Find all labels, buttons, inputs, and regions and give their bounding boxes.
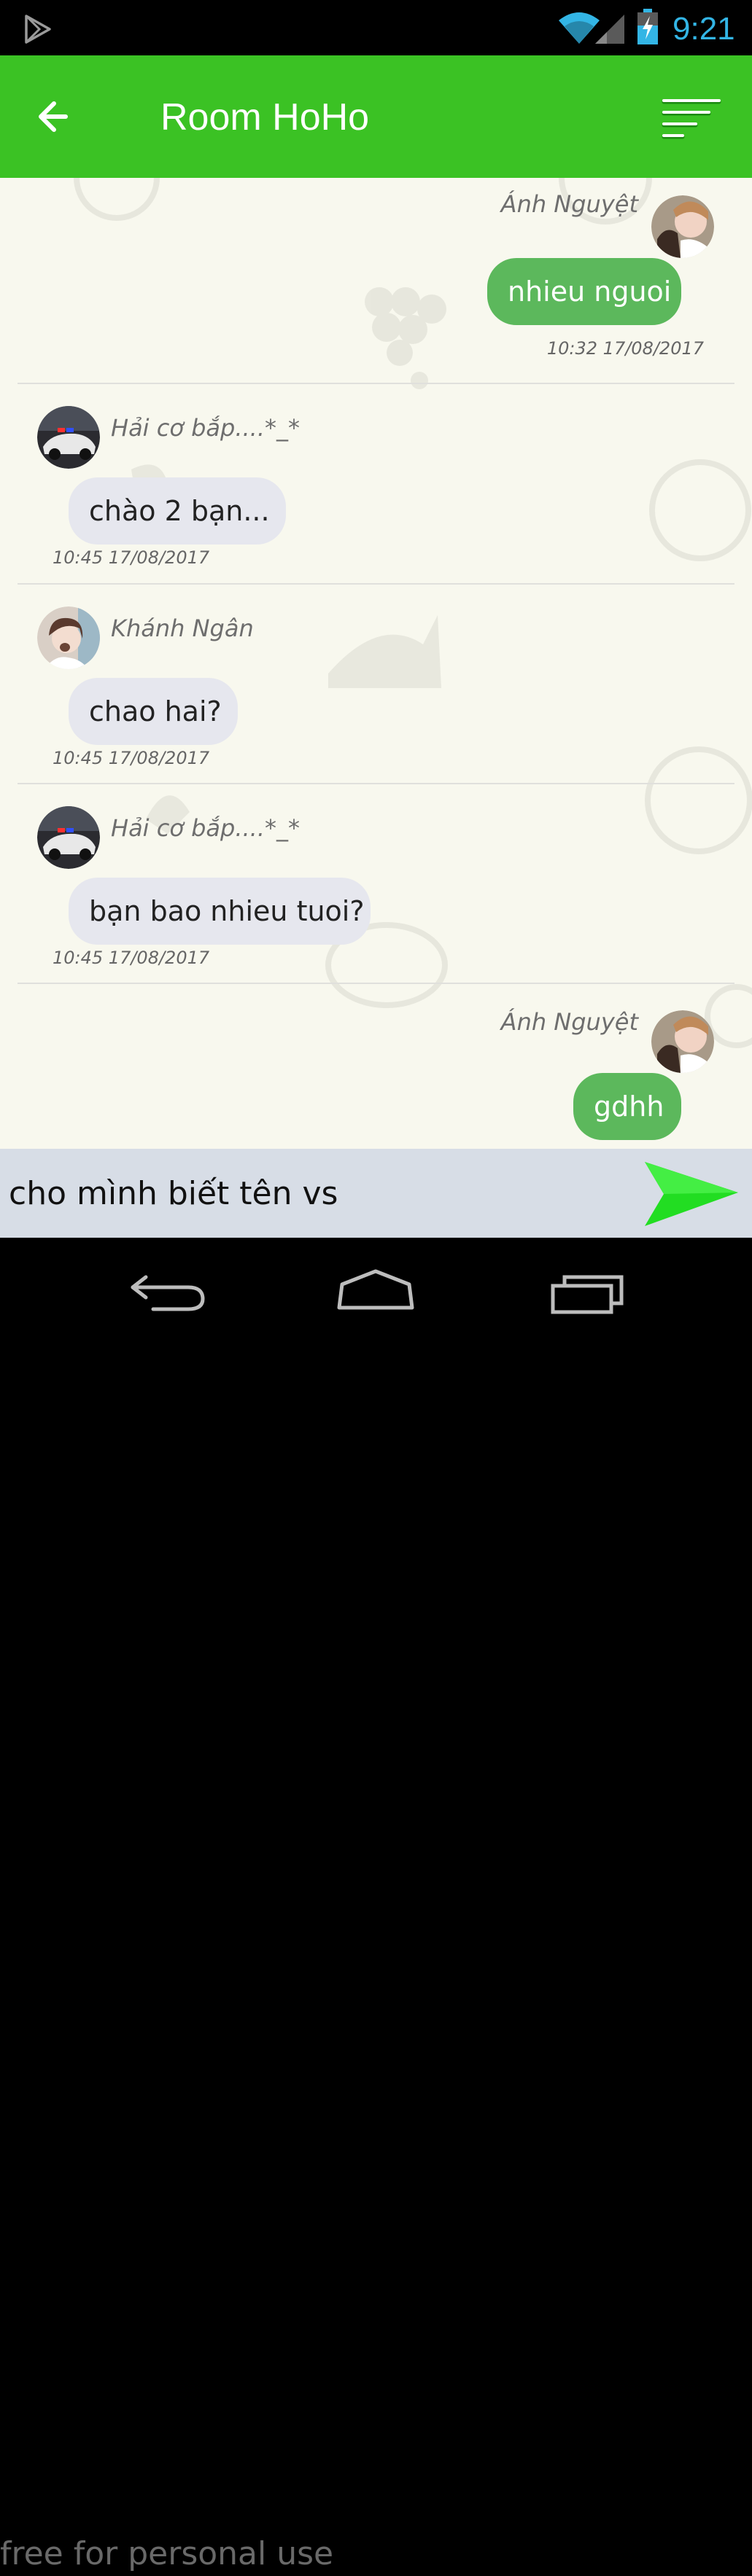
app-bar: Room HoHo [0, 55, 752, 178]
play-store-icon [25, 15, 51, 44]
message-item: Hải cơ bắp....*_* chào 2 bạn... 10:45 17… [0, 384, 752, 584]
message-item: Hải cơ bắp....*_* bạn bao nhieu tuoi? 10… [0, 784, 752, 984]
message-timestamp: 10:45 17/08/2017 [53, 547, 210, 568]
message-item: Ánh Nguyệt gdhh [0, 984, 752, 1149]
avatar[interactable] [37, 606, 100, 669]
back-button[interactable] [31, 90, 83, 143]
nav-recents-icon [551, 1275, 624, 1314]
message-sender: Hải cơ bắp....*_* [111, 414, 300, 442]
avatar[interactable] [37, 806, 100, 869]
message-bubble[interactable]: chao hai? [69, 678, 238, 745]
message-timestamp: 10:32 17/08/2017 [546, 338, 704, 359]
message-composer [0, 1149, 752, 1238]
message-sender: Hải cơ bắp....*_* [111, 814, 300, 842]
message-sender: Khánh Ngân [111, 614, 254, 642]
nav-recents-button[interactable] [543, 1268, 630, 1319]
status-clock: 9:21 [672, 11, 735, 47]
send-arrow-icon [645, 1162, 738, 1226]
send-button[interactable] [642, 1159, 741, 1229]
message-item: Khánh Ngân chao hai? 10:45 17/08/2017 [0, 585, 752, 784]
message-bubble[interactable]: chào 2 bạn... [69, 477, 286, 545]
sort-menu-icon [662, 99, 721, 139]
nav-back-button[interactable] [124, 1267, 212, 1318]
arrow-left-icon [39, 101, 68, 132]
message-bubble[interactable]: nhieu nguoi [487, 258, 681, 325]
message-input[interactable] [9, 1163, 621, 1223]
nav-home-button[interactable] [332, 1265, 419, 1316]
message-sender: Ánh Nguyệt [500, 1008, 638, 1036]
avatar[interactable] [37, 406, 100, 469]
message-sender: Ánh Nguyệt [500, 190, 638, 218]
message-bubble[interactable]: gdhh [573, 1073, 681, 1140]
message-timestamp: 10:45 17/08/2017 [53, 948, 210, 968]
battery-charging-icon [637, 9, 658, 44]
menu-button[interactable] [656, 90, 724, 143]
signal-icon [595, 15, 624, 44]
avatar[interactable] [651, 1010, 714, 1073]
message-timestamp: 10:45 17/08/2017 [53, 748, 210, 768]
avatar[interactable] [651, 195, 714, 258]
room-title: Room HoHo [160, 96, 370, 138]
nav-back-icon [131, 1275, 205, 1311]
nav-home-icon [337, 1269, 414, 1310]
chat-messages-list[interactable]: Ánh Nguyệt nhieu nguoi 10:32 17/08/2017 … [0, 178, 752, 1149]
watermark-text: free for personal use [0, 2535, 334, 2572]
message-item: Ánh Nguyệt nhieu nguoi 10:32 17/08/2017 [0, 178, 752, 359]
status-bar: 9:21 [0, 0, 752, 55]
message-bubble[interactable]: bạn bao nhieu tuoi? [69, 878, 371, 945]
system-nav-bar: free for personal use [0, 1238, 752, 2572]
